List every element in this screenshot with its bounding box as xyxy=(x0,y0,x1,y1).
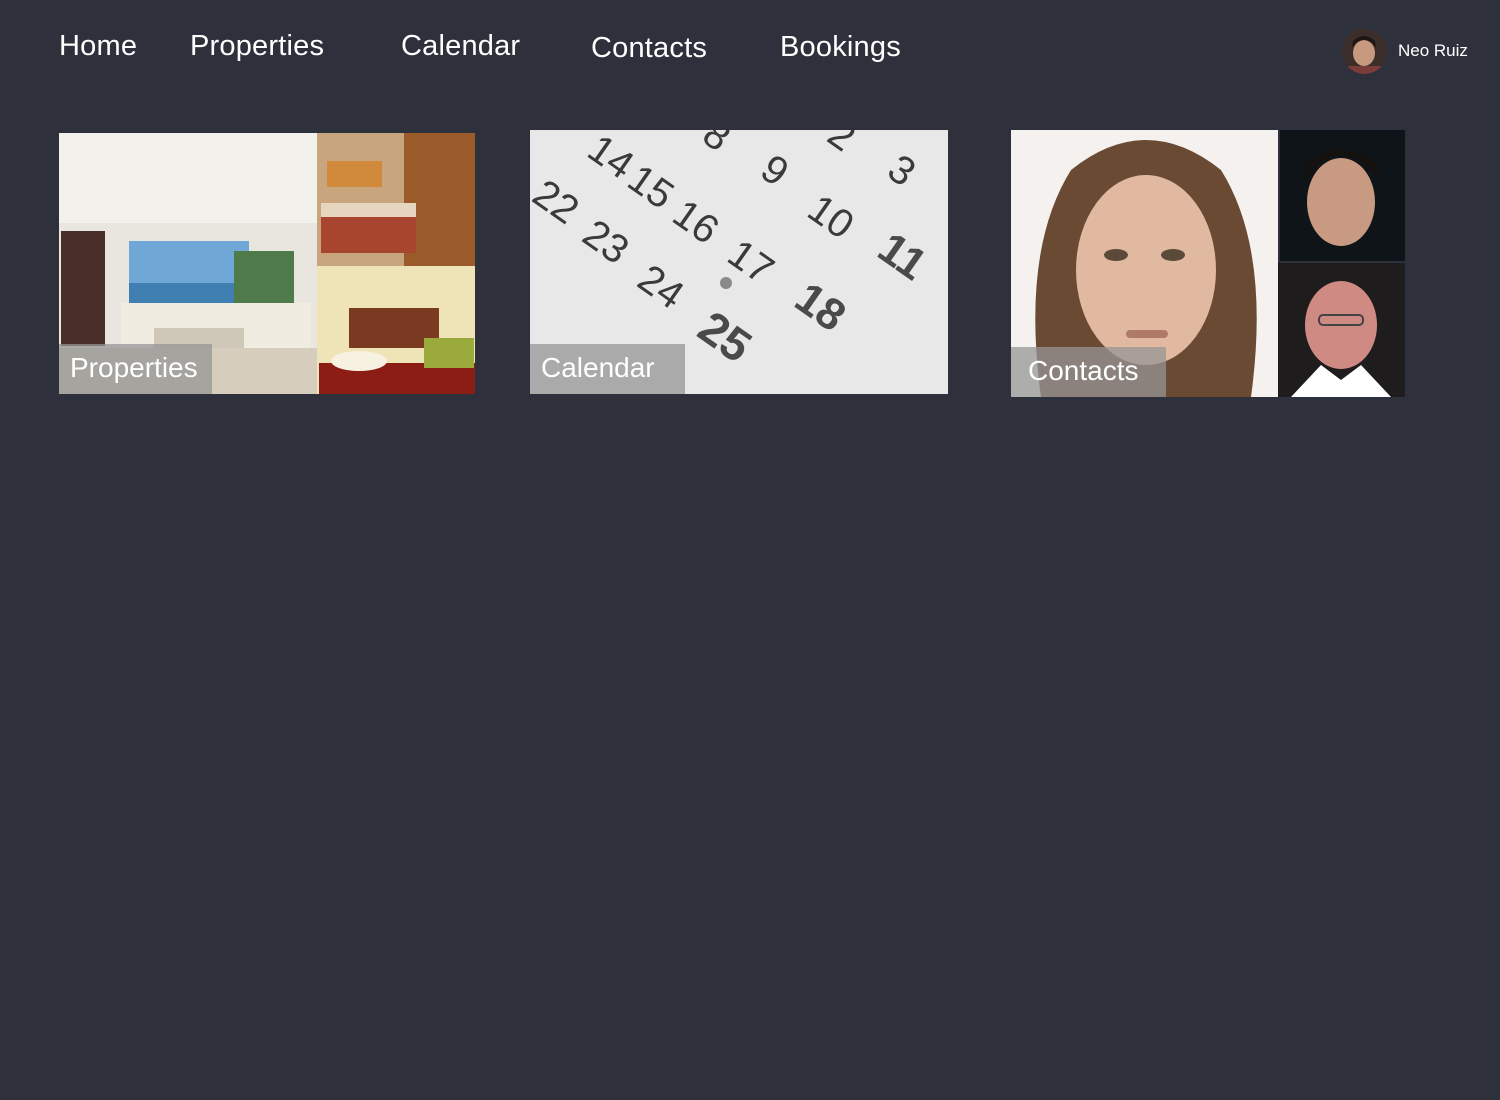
top-navigation: Home Properties Calendar Contacts Bookin… xyxy=(0,0,1500,100)
nav-bookings[interactable]: Bookings xyxy=(780,31,901,64)
nav-home[interactable]: Home xyxy=(59,30,137,63)
user-avatar[interactable] xyxy=(1342,28,1387,74)
nav-properties[interactable]: Properties xyxy=(190,30,324,63)
calendar-tile-label: Calendar xyxy=(530,344,685,394)
properties-tile[interactable]: Properties xyxy=(59,133,475,394)
calendar-tile[interactable]: 14 15 16 17 18 22 23 24 25 8 9 10 11 2 3… xyxy=(530,130,948,394)
contacts-tile-label: Contacts xyxy=(1011,347,1166,397)
nav-contacts[interactable]: Contacts xyxy=(591,32,707,65)
nav-calendar[interactable]: Calendar xyxy=(401,30,520,63)
properties-tile-label: Properties xyxy=(59,344,212,394)
user-name: Neo Ruiz xyxy=(1398,41,1468,60)
user-profile[interactable]: Neo Ruiz xyxy=(1342,28,1468,74)
contacts-tile[interactable]: Contacts xyxy=(1011,130,1405,397)
